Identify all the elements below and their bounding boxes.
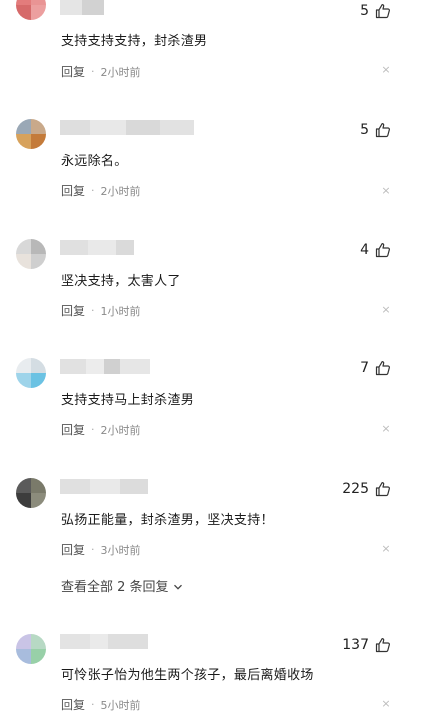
comment-meta: 回复 · 2小时前 (61, 421, 141, 438)
username-blurred[interactable] (60, 240, 134, 255)
separator-dot: · (91, 698, 95, 711)
reply-button[interactable]: 回复 (61, 63, 85, 80)
thumbs-up-icon (375, 481, 391, 497)
thumbs-up-icon (375, 122, 391, 138)
comment-time: 3小时前 (100, 543, 141, 557)
username-blurred[interactable] (60, 634, 148, 649)
avatar[interactable] (16, 358, 46, 388)
separator-dot: · (91, 304, 95, 317)
username-blurred[interactable] (60, 0, 104, 15)
comment-time: 2小时前 (100, 423, 141, 437)
comment-text: 支持支持马上封杀渣男 (61, 393, 195, 408)
comment-meta: 回复 · 5小时前 (61, 696, 141, 713)
comment-meta: 回复 · 2小时前 (61, 63, 141, 80)
username-blurred[interactable] (60, 120, 194, 135)
separator-dot: · (91, 543, 95, 556)
like-count: 4 (360, 242, 369, 258)
like-count: 137 (342, 637, 369, 653)
username-blurred[interactable] (60, 479, 148, 494)
avatar[interactable] (16, 478, 46, 508)
comment-text: 永远除名。 (61, 154, 128, 169)
close-icon[interactable]: × (381, 422, 391, 435)
comment-meta: 回复 · 3小时前 (61, 541, 141, 558)
like-button[interactable]: 7 (360, 358, 391, 378)
comment-time: 2小时前 (100, 184, 141, 198)
close-icon[interactable]: × (381, 542, 391, 555)
like-button[interactable]: 225 (342, 479, 391, 499)
close-icon[interactable]: × (381, 184, 391, 197)
username-blurred[interactable] (60, 359, 150, 374)
comment-text: 可怜张子怡为他生两个孩子，最后离婚收场 (61, 668, 314, 683)
thumbs-up-icon (375, 242, 391, 258)
separator-dot: · (91, 184, 95, 197)
comment-text: 弘扬正能量，封杀渣男，坚决支持！ (61, 513, 274, 528)
like-button[interactable]: 5 (360, 120, 391, 140)
avatar[interactable] (16, 239, 46, 269)
like-button[interactable]: 5 (360, 1, 391, 21)
close-icon[interactable]: × (381, 303, 391, 316)
separator-dot: · (91, 65, 95, 78)
like-button[interactable]: 137 (342, 635, 391, 655)
comment-time: 2小时前 (100, 65, 141, 79)
comment-time: 1小时前 (100, 304, 141, 318)
avatar[interactable] (16, 0, 46, 20)
reply-button[interactable]: 回复 (61, 421, 85, 438)
thumbs-up-icon (375, 637, 391, 653)
thumbs-up-icon (375, 3, 391, 19)
reply-button[interactable]: 回复 (61, 541, 85, 558)
like-count: 5 (360, 3, 369, 19)
reply-button[interactable]: 回复 (61, 182, 85, 199)
comment-meta: 回复 · 1小时前 (61, 302, 141, 319)
separator-dot: · (91, 423, 95, 436)
close-icon[interactable]: × (381, 697, 391, 710)
avatar[interactable] (16, 634, 46, 664)
like-count: 7 (360, 360, 369, 376)
view-all-replies-label: 查看全部 2 条回复 (61, 580, 169, 595)
reply-button[interactable]: 回复 (61, 696, 85, 713)
chevron-down-icon (173, 581, 183, 591)
like-button[interactable]: 4 (360, 240, 391, 260)
comment-text: 坚决支持，太害人了 (61, 274, 181, 289)
thumbs-up-icon (375, 360, 391, 376)
comment-meta: 回复 · 2小时前 (61, 182, 141, 199)
avatar[interactable] (16, 119, 46, 149)
comment-text: 支持支持支持，封杀渣男 (61, 34, 208, 49)
view-all-replies-link[interactable]: 查看全部 2 条回复 (61, 576, 183, 595)
comment-time: 5小时前 (100, 698, 141, 712)
close-icon[interactable]: × (381, 63, 391, 76)
reply-button[interactable]: 回复 (61, 302, 85, 319)
like-count: 225 (342, 481, 369, 497)
like-count: 5 (360, 122, 369, 138)
